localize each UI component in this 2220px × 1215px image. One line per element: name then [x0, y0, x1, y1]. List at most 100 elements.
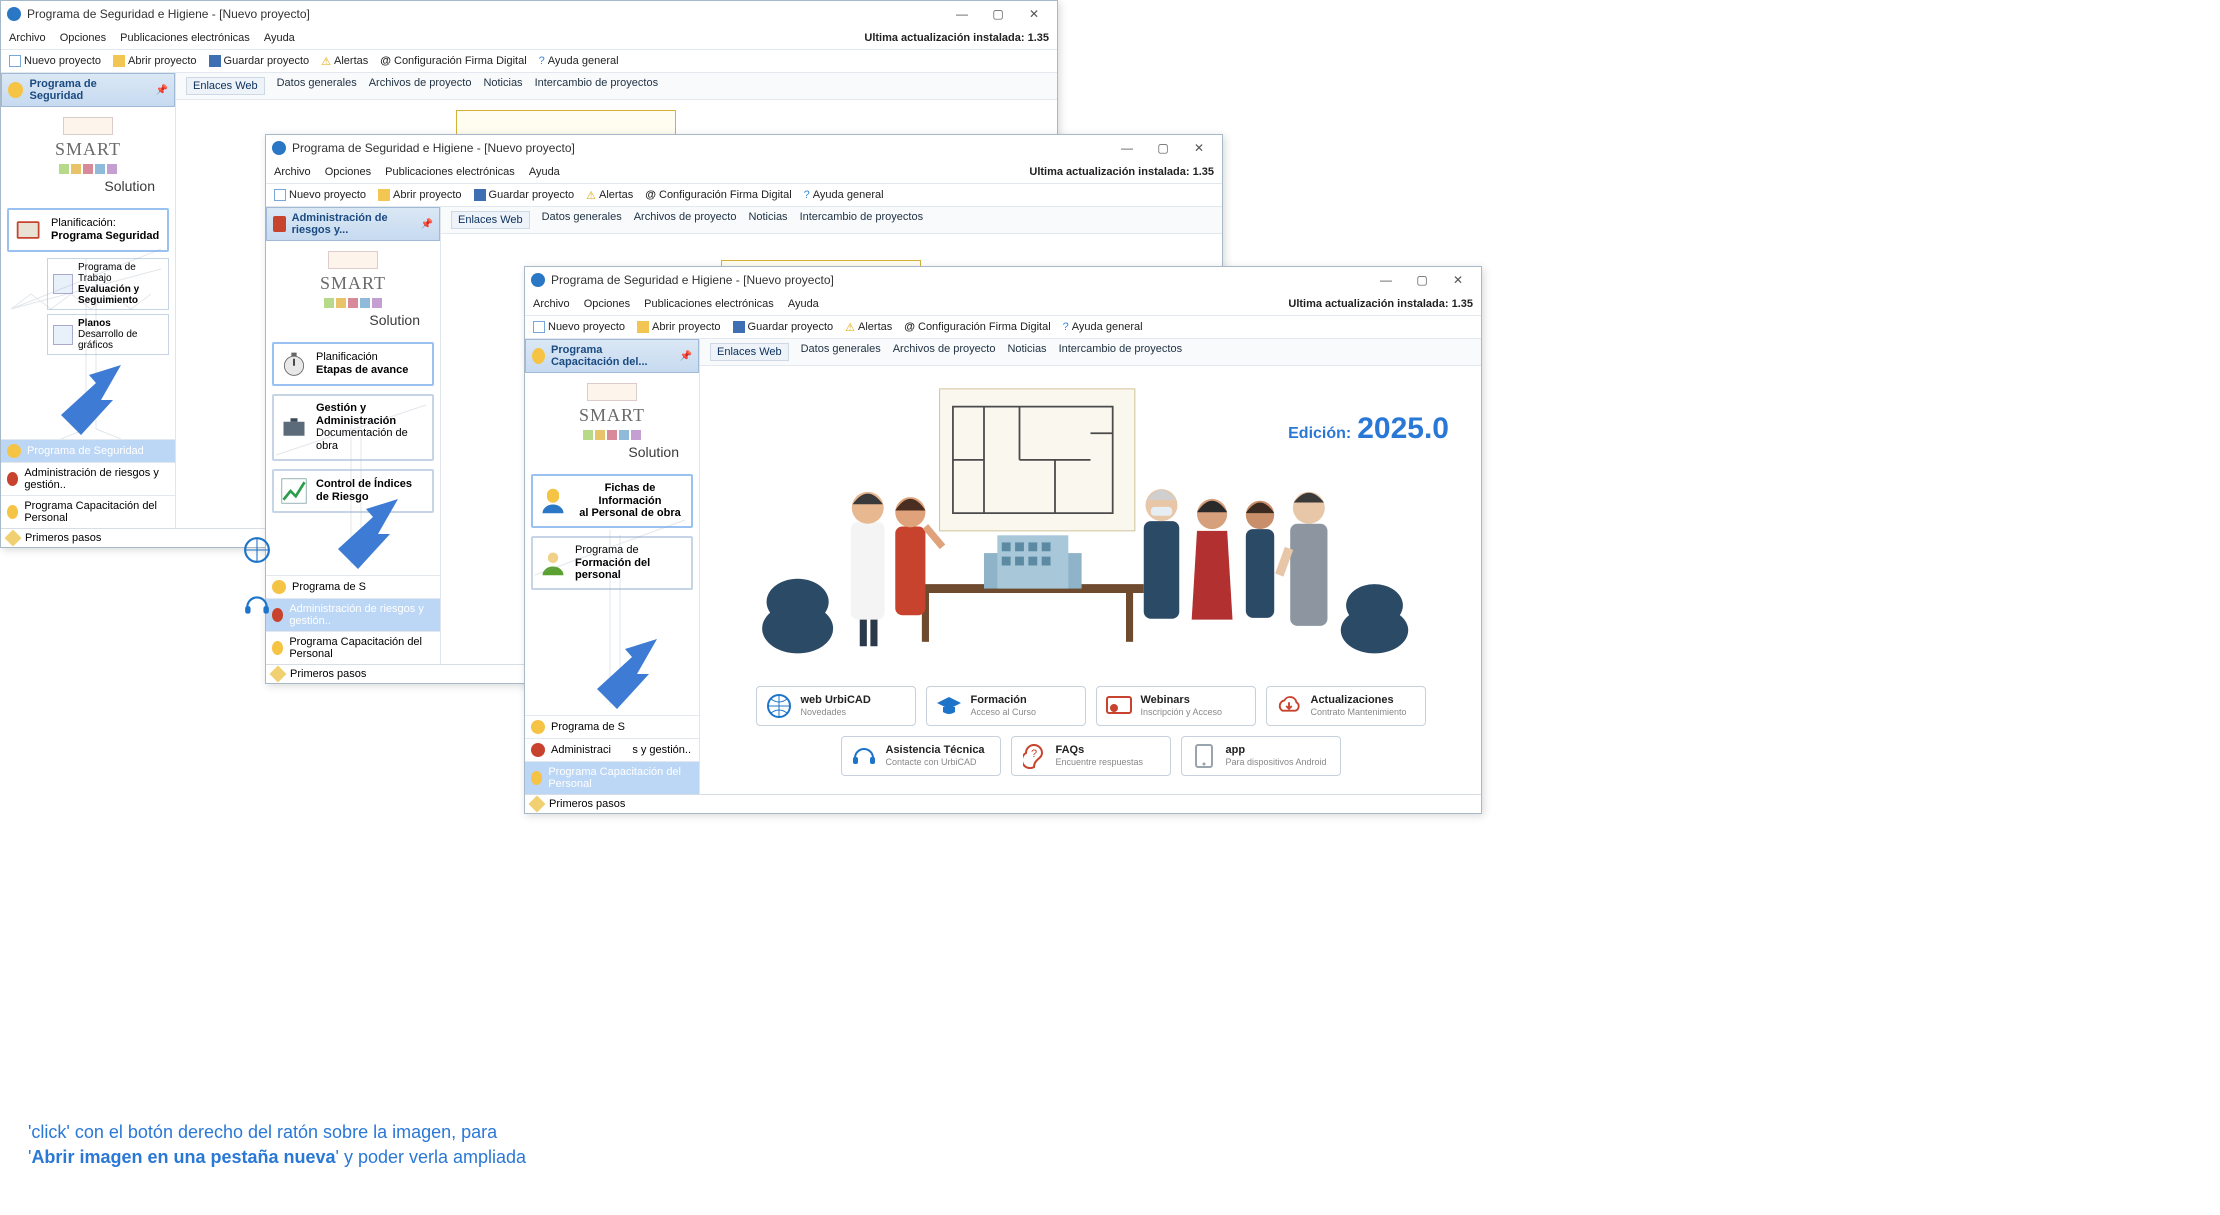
pin-icon[interactable]: 📌	[421, 219, 433, 230]
tab-datos[interactable]: Datos generales	[542, 211, 622, 229]
link-formacion[interactable]: FormaciónAcceso al Curso	[926, 686, 1086, 726]
tb-alerts[interactable]: ⚠Alertas	[586, 189, 633, 202]
pin-icon[interactable]: 📌	[156, 85, 168, 96]
tb-alerts[interactable]: ⚠Alertas	[845, 321, 892, 334]
link-asistencia[interactable]: Asistencia TécnicaContacte con UrbiCAD	[841, 736, 1001, 776]
sidebar-header-label: Programa Capacitación del...	[551, 344, 674, 368]
nav-capacitacion[interactable]: Programa Capacitación del Personal	[266, 631, 440, 664]
tab-intercambio[interactable]: Intercambio de proyectos	[1059, 343, 1183, 361]
tb-save[interactable]: Guardar proyecto	[474, 189, 575, 201]
nav-capacitacion[interactable]: Programa Capacitación del Personal	[1, 495, 175, 528]
maximize-button[interactable]: ▢	[1405, 269, 1439, 291]
tab-datos[interactable]: Datos generales	[277, 77, 357, 95]
menu-ayuda[interactable]: Ayuda	[529, 166, 560, 178]
c1l1: Fichas de Información	[575, 482, 685, 507]
tab-enlaces[interactable]: Enlaces Web	[710, 343, 789, 361]
tb-open[interactable]: Abrir proyecto	[637, 321, 720, 333]
nav-admin-riesgos[interactable]: Administración de riesgos y gestión..	[1, 462, 175, 495]
c2l3: Documentación de obra	[316, 427, 408, 452]
tb-open[interactable]: Abrir proyecto	[378, 189, 461, 201]
tab-enlaces[interactable]: Enlaces Web	[451, 211, 530, 229]
graduation-icon	[935, 692, 963, 720]
nav-capacitacion[interactable]: Programa Capacitación del Personal	[525, 761, 699, 794]
nav-admin-riesgos[interactable]: Administraci s y gestión..	[525, 738, 699, 761]
sidebar-header[interactable]: Programa Capacitación del... 📌	[525, 339, 699, 373]
tab-noticias[interactable]: Noticias	[1007, 343, 1046, 361]
tabs: Enlaces Web Datos generales Archivos de …	[176, 73, 1057, 100]
tb-new[interactable]: Nuevo proyecto	[274, 189, 366, 201]
tb-help[interactable]: ?Ayuda general	[1063, 321, 1143, 333]
nav-admin-riesgos[interactable]: Administración de riesgos y gestión..	[266, 598, 440, 631]
card-planificacion[interactable]: Planificación:Programa Seguridad	[7, 208, 169, 252]
link-sub: Encuentre respuestas	[1056, 757, 1144, 767]
nav-label-post: s y gestión..	[632, 744, 691, 756]
tb-help[interactable]: ?Ayuda general	[804, 189, 884, 201]
minimize-button[interactable]: —	[1369, 269, 1403, 291]
link-app[interactable]: appPara dispositivos Android	[1181, 736, 1341, 776]
card-gestion-admin[interactable]: Gestión yAdministraciónDocumentación de …	[272, 394, 434, 461]
tb-new-label: Nuevo proyecto	[289, 189, 366, 201]
menu-opciones[interactable]: Opciones	[325, 166, 371, 178]
tab-archivos[interactable]: Archivos de proyecto	[893, 343, 996, 361]
book-icon	[273, 216, 286, 232]
minimize-button[interactable]: —	[945, 3, 979, 25]
tb-alerts[interactable]: ⚠Alertas	[321, 55, 368, 68]
close-button[interactable]: ✕	[1182, 137, 1216, 159]
link-actualizaciones[interactable]: ActualizacionesContrato Mantenimiento	[1266, 686, 1426, 726]
c1l2: al Personal de obra	[575, 507, 685, 520]
tab-archivos[interactable]: Archivos de proyecto	[634, 211, 737, 229]
maximize-button[interactable]: ▢	[1146, 137, 1180, 159]
link-faqs[interactable]: ?FAQsEncuentre respuestas	[1011, 736, 1171, 776]
tb-sig[interactable]: @Configuración Firma Digital	[645, 189, 791, 201]
menu-archivo[interactable]: Archivo	[533, 298, 570, 310]
subcard-planos[interactable]: PlanosDesarrollo de gráficos	[47, 314, 169, 355]
sidebar-header[interactable]: Programa de Seguridad 📌	[1, 73, 175, 107]
tb-sig[interactable]: @Configuración Firma Digital	[904, 321, 1050, 333]
card-fichas-info[interactable]: Fichas de Informaciónal Personal de obra	[531, 474, 693, 528]
tb-new[interactable]: Nuevo proyecto	[533, 321, 625, 333]
nav-programa-seguridad[interactable]: Programa de S	[266, 575, 440, 598]
link-sub: Novedades	[801, 707, 847, 717]
sidebar-header[interactable]: Administración de riesgos y... 📌	[266, 207, 440, 241]
statusbar[interactable]: Primeros pasos	[525, 794, 1481, 813]
tab-intercambio[interactable]: Intercambio de proyectos	[800, 211, 924, 229]
maximize-button[interactable]: ▢	[981, 3, 1015, 25]
menu-archivo[interactable]: Archivo	[9, 32, 46, 44]
menu-ayuda[interactable]: Ayuda	[788, 298, 819, 310]
tab-enlaces[interactable]: Enlaces Web	[186, 77, 265, 95]
card-etapas-avance[interactable]: PlanificaciónEtapas de avance	[272, 342, 434, 386]
c2l1: Programa de	[575, 544, 639, 556]
menu-publicaciones[interactable]: Publicaciones electrónicas	[385, 166, 515, 178]
nav-programa-seguridad[interactable]: Programa de S	[525, 715, 699, 738]
link-webinars[interactable]: WebinarsInscripción y Acceso	[1096, 686, 1256, 726]
menu-publicaciones[interactable]: Publicaciones electrónicas	[644, 298, 774, 310]
link-sub: Acceso al Curso	[971, 707, 1037, 717]
tb-save[interactable]: Guardar proyecto	[733, 321, 834, 333]
tb-save[interactable]: Guardar proyecto	[209, 55, 310, 67]
tab-archivos[interactable]: Archivos de proyecto	[369, 77, 472, 95]
minimize-button[interactable]: —	[1110, 137, 1144, 159]
tb-save-label: Guardar proyecto	[748, 321, 834, 333]
menu-archivo[interactable]: Archivo	[274, 166, 311, 178]
close-button[interactable]: ✕	[1017, 3, 1051, 25]
subcard-programa-trabajo[interactable]: Programa de TrabajoEvaluación y Seguimie…	[47, 258, 169, 310]
tb-new[interactable]: Nuevo proyecto	[9, 55, 101, 67]
menu-opciones[interactable]: Opciones	[584, 298, 630, 310]
menu-opciones[interactable]: Opciones	[60, 32, 106, 44]
menu-publicaciones[interactable]: Publicaciones electrónicas	[120, 32, 250, 44]
pin-icon[interactable]: 📌	[680, 351, 692, 362]
tb-open[interactable]: Abrir proyecto	[113, 55, 196, 67]
card-formacion-personal[interactable]: Programa deFormación del personal	[531, 536, 693, 590]
link-web-urbicad[interactable]: web UrbiCADNovedades	[756, 686, 916, 726]
tb-help[interactable]: ?Ayuda general	[539, 55, 619, 67]
tab-noticias[interactable]: Noticias	[748, 211, 787, 229]
tab-intercambio[interactable]: Intercambio de proyectos	[535, 77, 659, 95]
tb-sig[interactable]: @Configuración Firma Digital	[380, 55, 526, 67]
tab-noticias[interactable]: Noticias	[483, 77, 522, 95]
close-button[interactable]: ✕	[1441, 269, 1475, 291]
menu-ayuda[interactable]: Ayuda	[264, 32, 295, 44]
nav-programa-seguridad[interactable]: Programa de Seguridad	[1, 439, 175, 462]
blue-arrow-icon	[61, 365, 141, 435]
tab-datos[interactable]: Datos generales	[801, 343, 881, 361]
sub1-l2: Evaluación y Seguimiento	[78, 284, 139, 306]
